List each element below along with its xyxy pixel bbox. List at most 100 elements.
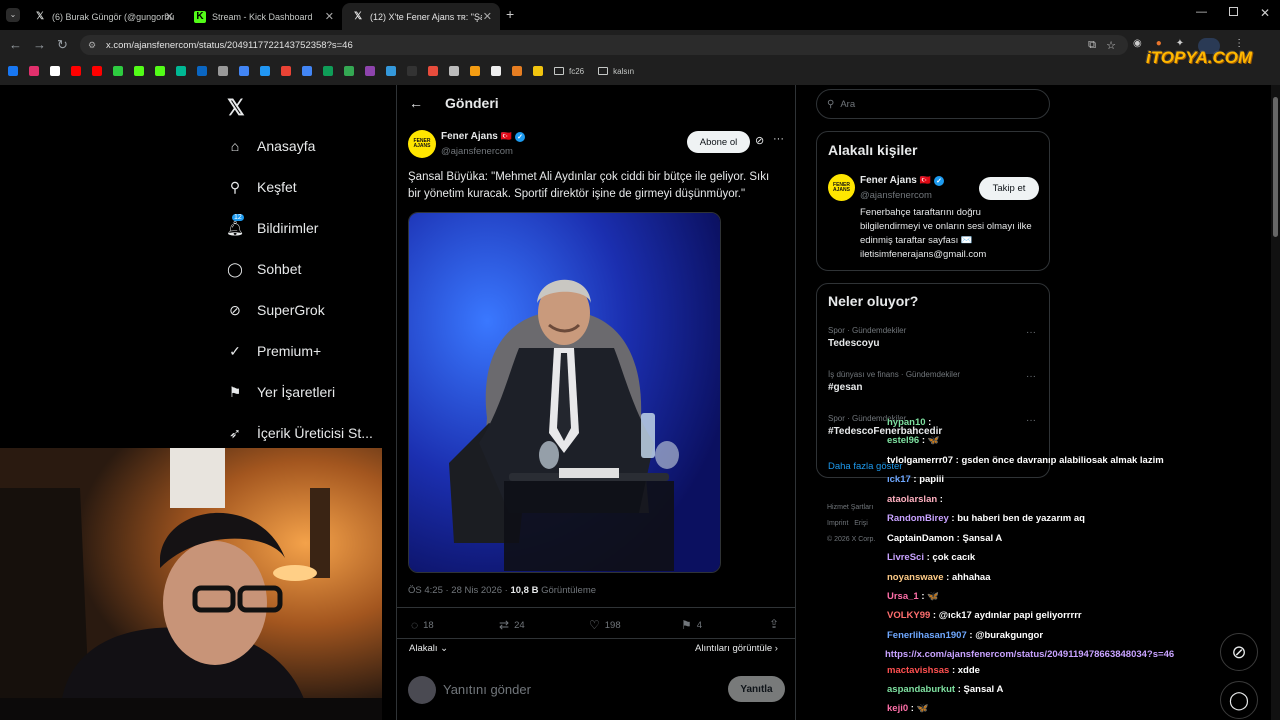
bookmark-star-icon[interactable]: ☆ (1106, 39, 1116, 52)
address-bar[interactable]: ⚙ x.com/ajansfenercom/status/20491177221… (80, 35, 1128, 55)
minimize-icon[interactable]: — (1196, 6, 1207, 18)
drive-icon[interactable] (344, 66, 354, 76)
scrollbar-thumb[interactable] (1273, 97, 1278, 237)
reply-button[interactable]: ◌ 18 (411, 618, 434, 632)
reply-submit-button[interactable]: Yanıtla (728, 676, 785, 702)
nav-notifications[interactable]: 🔔︎ 12 Bildirimler (226, 214, 318, 237)
nav-explore[interactable]: ⚲ Keşfet (226, 178, 297, 196)
more-icon[interactable]: ··· (773, 133, 784, 145)
nav-chat[interactable]: ◯ Sohbet (226, 260, 301, 278)
tab-3-active[interactable]: 𝕏 (12) X'te Fener Ajans ᴛʀ: "Şansa ✕ (342, 3, 500, 30)
kick-icon[interactable] (134, 66, 144, 76)
sheets-icon[interactable] (323, 66, 333, 76)
grok-floating-button[interactable]: ⊘ (1220, 633, 1258, 671)
kick-icon[interactable] (155, 66, 165, 76)
trend-item[interactable]: Spor · Gündemdekiler Tedescoyu (828, 326, 906, 349)
bookmark-folder-fc26[interactable]: fc26 (554, 67, 584, 76)
trend-item[interactable]: İş dünyası ve finans · Gündemdekiler #ge… (828, 370, 960, 393)
bookmark-icon[interactable] (512, 66, 522, 76)
bookmark-button[interactable]: ⚑ 4 (681, 618, 702, 632)
forward-icon[interactable]: → (33, 37, 46, 52)
install-icon[interactable]: ⧉ (1088, 39, 1096, 52)
follow-button[interactable]: Takip et (979, 177, 1039, 200)
close-icon[interactable]: ✕ (165, 10, 174, 23)
facebook-icon[interactable] (8, 66, 18, 76)
bookmark-icon[interactable] (239, 66, 249, 76)
close-icon[interactable]: ✕ (325, 10, 334, 23)
window-close-icon[interactable]: ✕ (1260, 6, 1270, 20)
x-bookmark-icon[interactable] (50, 66, 60, 76)
chat-username[interactable]: LivreSci (887, 552, 924, 563)
related-handle[interactable]: @ajansfenercom (860, 190, 932, 201)
bookmark-icon[interactable] (386, 66, 396, 76)
instagram-icon[interactable] (29, 66, 39, 76)
bookmark-icon[interactable] (260, 66, 270, 76)
chat-username[interactable]: Ursa_1 (887, 591, 919, 602)
chat-username[interactable]: hypan10 (887, 417, 926, 428)
chat-username[interactable]: aspandaburkut (887, 684, 955, 695)
chat-username[interactable]: tvlolgamerrr07 (887, 455, 953, 466)
chat-username[interactable]: CaptainDamon (887, 533, 954, 544)
bookmark-folder-kalsin[interactable]: kalsın (598, 67, 634, 76)
more-icon[interactable]: ··· (1026, 371, 1036, 382)
more-icon[interactable]: ··· (1026, 415, 1036, 426)
bookmark-icon[interactable] (491, 66, 501, 76)
tab-1[interactable]: 𝕏 (6) Burak Güngör (@gungorbu ✕ (24, 3, 182, 30)
nav-premium[interactable]: ✓ Premium+ (226, 342, 321, 360)
extension-icon[interactable]: ◉ (1133, 38, 1142, 52)
tab-search-icon[interactable]: ⌄ (6, 8, 20, 22)
maximize-icon[interactable] (1229, 7, 1238, 16)
chat-username[interactable]: VOLKY99 (887, 610, 930, 621)
footer-link[interactable]: Imprint (827, 520, 848, 527)
reload-icon[interactable]: ↻ (57, 37, 68, 53)
author-name[interactable]: Fener Ajans 🇹🇷 ✓ (441, 131, 526, 142)
nav-home[interactable]: ⌂ Anasayfa (226, 137, 316, 155)
chat-username[interactable]: ıck17 (887, 474, 911, 485)
gmail-icon[interactable] (281, 66, 291, 76)
bookmark-icon[interactable] (449, 66, 459, 76)
docs-icon[interactable] (302, 66, 312, 76)
scrollbar[interactable] (1271, 85, 1280, 720)
back-icon[interactable]: ← (9, 37, 22, 52)
back-arrow-icon[interactable]: ← (409, 95, 423, 111)
footer-link[interactable]: Erişi (854, 520, 868, 527)
grok-icon[interactable]: ⊘ (755, 134, 764, 147)
user-avatar[interactable] (408, 676, 436, 704)
subscribe-button[interactable]: Abone ol (687, 131, 750, 153)
chat-username[interactable]: noyanswave (887, 572, 944, 583)
nav-supergrok[interactable]: ⊘ SuperGrok (226, 301, 325, 319)
chat-username[interactable]: mactavishsas (887, 665, 949, 676)
bookmark-icon[interactable] (365, 66, 375, 76)
bookmark-icon[interactable] (407, 66, 417, 76)
post-time[interactable]: ÖS 4:25 · 28 Nis 2026 · (408, 585, 510, 596)
author-handle[interactable]: @ajansfenercom (441, 146, 513, 157)
like-button[interactable]: ♡ 198 (589, 618, 621, 632)
linkedin-icon[interactable] (197, 66, 207, 76)
chat-username[interactable]: RandomBirey (887, 513, 949, 524)
avatar[interactable]: FENER AJANS (828, 174, 855, 201)
sort-dropdown[interactable]: Alakalı ⌄ (409, 643, 448, 654)
bookmark-icon[interactable] (470, 66, 480, 76)
more-icon[interactable]: ··· (1026, 327, 1036, 338)
close-icon[interactable]: ✕ (483, 10, 492, 23)
bookmark-icon[interactable] (428, 66, 438, 76)
youtube-icon[interactable] (71, 66, 81, 76)
bookmark-icon[interactable] (176, 66, 186, 76)
avatar[interactable]: FENER AJANS (408, 130, 436, 158)
x-home-logo-icon[interactable]: 𝕏 (227, 95, 245, 121)
new-tab-icon[interactable]: + (506, 6, 514, 22)
messages-floating-button[interactable]: ◯ (1220, 681, 1258, 719)
tab-2[interactable]: K Stream - Kick Dashboard ✕ (184, 3, 342, 30)
reply-input[interactable]: Yanıtını gönder (443, 682, 531, 697)
related-name[interactable]: Fener Ajans 🇹🇷 ✓ (860, 175, 945, 186)
bookmark-icon[interactable] (218, 66, 228, 76)
nav-bookmarks[interactable]: ⚑ Yer İşaretleri (226, 383, 335, 401)
repost-button[interactable]: ⇄ 24 (499, 618, 525, 632)
site-info-icon[interactable]: ⚙ (88, 40, 96, 51)
bookmark-icon[interactable] (113, 66, 123, 76)
nav-creator-studio[interactable]: ➶ İçerik Üreticisi St... (226, 424, 373, 442)
search-input[interactable]: ⚲ Ara (816, 89, 1050, 119)
chat-username[interactable]: Fenerlihasan1907 (887, 630, 967, 641)
bookmark-icon[interactable] (533, 66, 543, 76)
post-image[interactable] (408, 212, 721, 573)
